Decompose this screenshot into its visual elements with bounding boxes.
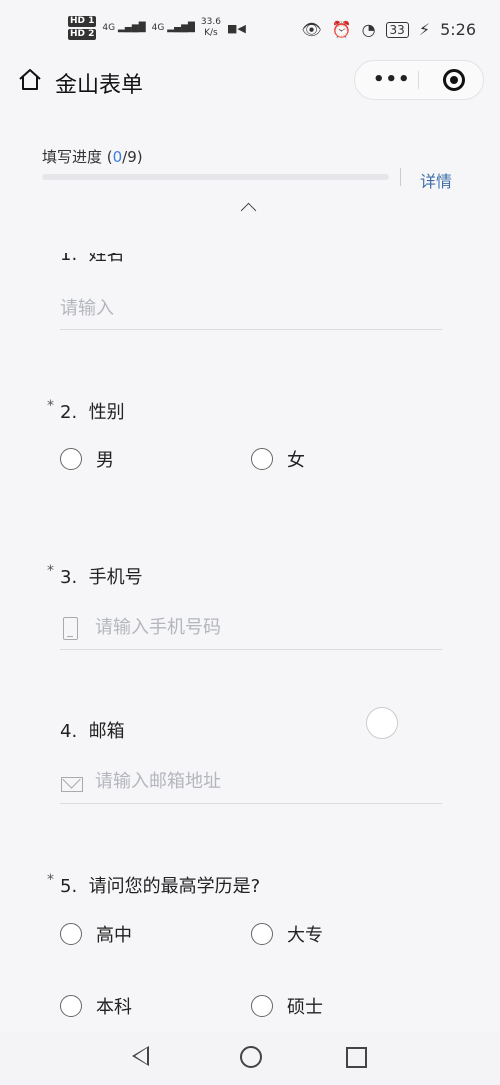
alarm-icon: ⏰ [331, 20, 352, 39]
gauge-icon: ◔ [361, 20, 376, 39]
status-right: 👁 ⏰ ◔ 33 ⚡ 5:26 [301, 20, 476, 39]
signal1-icon: 4G ▂▄▆█ [102, 23, 146, 33]
question-title: 5. 请问您的最高学历是? [60, 876, 261, 897]
required-mark: * [47, 872, 54, 888]
phone-input[interactable] [95, 617, 435, 638]
radio-label: 本科 [96, 997, 132, 1018]
radio-circle[interactable] [60, 448, 82, 470]
speed-unit: K/s [204, 28, 218, 38]
progress-current: 0 [112, 148, 123, 166]
chevron-up-icon[interactable] [240, 202, 257, 219]
phone-icon [63, 617, 78, 640]
network-speed: 33.6 K/s [201, 17, 221, 39]
status-left: HD 1 HD 2 4G ▂▄▆█ 4G ▂▄▆█ 33.6 K/s ■◀ [68, 16, 246, 40]
radio-label: 高中 [96, 925, 132, 946]
radio-master[interactable]: 硕士 [251, 993, 323, 1019]
mini-program-capsule: ••• [354, 60, 484, 100]
question-title: 3. 手机号 [60, 567, 143, 588]
progress-label: 填写进度 (0/9) [42, 148, 143, 166]
close-target-icon[interactable] [443, 69, 465, 91]
home-circle-icon[interactable] [240, 1046, 262, 1068]
touch-indicator [366, 707, 398, 739]
speed-value: 33.6 [200, 17, 221, 27]
charging-icon: ⚡ [418, 20, 431, 39]
radio-label: 男 [96, 450, 114, 471]
back-icon[interactable] [132, 1046, 149, 1066]
eye-icon: 👁 [301, 20, 322, 39]
question-title: 4. 邮箱 [60, 721, 125, 742]
email-input[interactable] [95, 771, 435, 792]
radio-circle[interactable] [60, 923, 82, 945]
more-icon[interactable]: ••• [373, 69, 411, 90]
radio-circle[interactable] [251, 995, 273, 1017]
signal2-icon: 4G ▂▄▆█ [151, 23, 195, 33]
clock-time: 5:26 [440, 20, 476, 39]
radio-circle[interactable] [60, 995, 82, 1017]
input-underline [60, 803, 442, 804]
radio-high-school[interactable]: 高中 [60, 921, 132, 947]
page-title: 金山表单 [55, 73, 144, 98]
recent-apps-icon[interactable] [346, 1047, 367, 1068]
mail-icon [61, 777, 83, 792]
radio-circle[interactable] [251, 448, 273, 470]
radio-bachelor[interactable]: 本科 [60, 993, 132, 1019]
radio-female[interactable]: 女 [251, 446, 305, 472]
required-mark: * [47, 563, 54, 579]
home-icon[interactable] [16, 66, 44, 94]
question-title: 1. 姓名 [60, 244, 125, 265]
detail-divider [400, 168, 401, 186]
hd-indicator: HD 1 HD 2 [68, 16, 97, 40]
question-title: 2. 性别 [60, 402, 125, 423]
system-nav-bar [0, 1032, 500, 1085]
name-input[interactable] [60, 298, 420, 319]
hd1-badge: HD 1 [68, 16, 97, 27]
progress-track [42, 174, 389, 180]
nav-bar: 金山表单 ••• [0, 60, 500, 104]
input-underline [60, 649, 442, 650]
radio-circle[interactable] [251, 923, 273, 945]
required-mark: * [47, 398, 54, 414]
radio-label: 大专 [287, 925, 323, 946]
hd2-badge: HD 2 [68, 29, 97, 40]
capsule-divider [418, 71, 419, 89]
video-icon: ■◀ [226, 21, 246, 35]
status-bar: HD 1 HD 2 4G ▂▄▆█ 4G ▂▄▆█ 33.6 K/s ■◀ 👁 … [0, 0, 500, 60]
radio-label: 女 [287, 450, 305, 471]
radio-college[interactable]: 大专 [251, 921, 323, 947]
progress-section: 填写进度 (0/9) 详情 [42, 146, 462, 191]
radio-male[interactable]: 男 [60, 446, 114, 472]
detail-link[interactable]: 详情 [420, 168, 452, 192]
radio-label: 硕士 [287, 997, 323, 1018]
input-underline [60, 329, 442, 330]
battery-icon: 33 [385, 21, 409, 38]
